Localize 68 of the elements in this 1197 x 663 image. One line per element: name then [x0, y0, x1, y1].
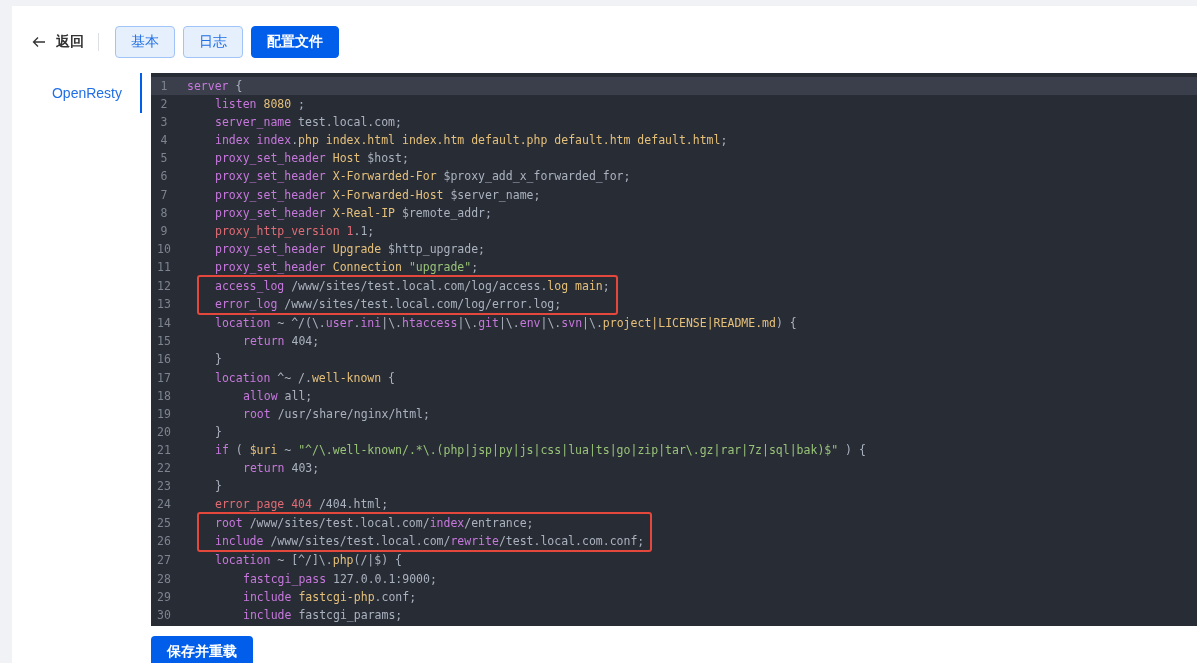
line-number: 17	[156, 369, 172, 387]
save-reload-button[interactable]: 保存并重载	[151, 636, 253, 663]
code-line: listen 8080 ;	[214, 96, 306, 114]
code-line: proxy_set_header X-Forwarded-For $proxy_add_x_forwarded_for;	[214, 168, 631, 186]
tab[interactable]: 日志	[183, 26, 243, 58]
code-line: error_page 404 /404.html;	[214, 496, 389, 514]
line-number: 4	[159, 132, 169, 150]
line-number: 28	[156, 570, 172, 588]
line-number: 24	[156, 496, 172, 514]
back-button[interactable]: 返回	[32, 33, 84, 51]
code-line: error_log /www/sites/test.local.com/log/error.log;	[214, 296, 562, 314]
line-number: 5	[159, 150, 169, 168]
code-line: location ^~ /.well-known {	[214, 369, 396, 387]
code-line: proxy_set_header X-Forwarded-Host $server_name;	[214, 186, 541, 204]
line-number: 3	[159, 114, 169, 132]
code-line: fastcgi_pass 127.0.0.1:9000;	[242, 570, 437, 588]
code-line: proxy_set_header Connection "upgrade";	[214, 258, 479, 276]
tab[interactable]: 基本	[115, 26, 175, 58]
code-line: root /usr/share/nginx/html;	[242, 405, 430, 423]
line-number: 23	[156, 478, 172, 496]
line-number: 15	[156, 333, 172, 351]
code-line: return 403;	[242, 459, 320, 477]
code-line: root /www/sites/test.local.com/index/entrance;	[214, 515, 534, 533]
code-line: access_log /www/sites/test.local.com/log/access.log main;	[214, 278, 610, 296]
code-line: proxy_set_header Host $host;	[214, 150, 409, 168]
code-line: proxy_set_header X-Real-IP $remote_addr;	[214, 204, 492, 222]
line-number: 20	[156, 423, 172, 441]
code-line: include /www/sites/test.local.com/rewrite/test.local.com.conf;	[214, 533, 645, 551]
line-number: 14	[156, 315, 172, 333]
line-number: 7	[159, 186, 169, 204]
code-line: }	[214, 423, 222, 441]
line-number: 6	[159, 168, 169, 186]
sidebar-item[interactable]: OpenResty	[32, 73, 142, 113]
line-number: 16	[156, 351, 172, 369]
line-number: 29	[156, 588, 172, 606]
line-number: 13	[156, 296, 172, 314]
line-number: 12	[156, 278, 172, 296]
line-number: 8	[159, 204, 169, 222]
code-line: location ~ [^/]\.php(/|$) {	[214, 552, 402, 570]
line-number: 22	[156, 459, 172, 477]
line-number: 9	[159, 222, 169, 240]
back-arrow-icon	[32, 36, 46, 48]
code-line: proxy_set_header Upgrade $http_upgrade;	[214, 240, 486, 258]
line-number: 1	[159, 78, 169, 95]
line-number: 11	[156, 258, 172, 276]
tab[interactable]: 配置文件	[251, 26, 339, 58]
line-number: 25	[156, 515, 172, 533]
code-line: server_name test.local.com;	[214, 114, 402, 132]
code-line: index index.php index.html index.htm default.php default.htm default.html;	[214, 132, 728, 150]
line-number: 2	[159, 96, 169, 114]
line-number: 10	[156, 240, 172, 258]
code-line: return 404;	[242, 333, 320, 351]
code-line: if ( $uri ~ "^/\.well-known/.*\.(php|jsp|py|js|css|lua|ts|go|zip|tar\.gz|rar|7z|sql|bak)$" ) {	[214, 441, 866, 459]
code-line: proxy_http_version 1.1;	[214, 222, 375, 240]
code-line: server {	[186, 78, 243, 95]
line-number: 27	[156, 552, 172, 570]
code-line: }	[214, 478, 222, 496]
line-number: 26	[156, 533, 172, 551]
line-number: 18	[156, 387, 172, 405]
line-number: 30	[156, 606, 172, 624]
code-line: include fastcgi_params;	[242, 606, 403, 624]
code-line: }	[214, 351, 222, 369]
code-line: location ~ ^/(\.user.ini|\.htaccess|\.git|\.env|\.svn|\.project|LICENSE|README.md) {	[214, 315, 797, 333]
line-number: 21	[156, 441, 172, 459]
code-line: include fastcgi-php.conf;	[242, 588, 417, 606]
code-editor[interactable]	[151, 73, 1197, 626]
code-line: allow all;	[242, 387, 313, 405]
line-number: 19	[156, 405, 172, 423]
